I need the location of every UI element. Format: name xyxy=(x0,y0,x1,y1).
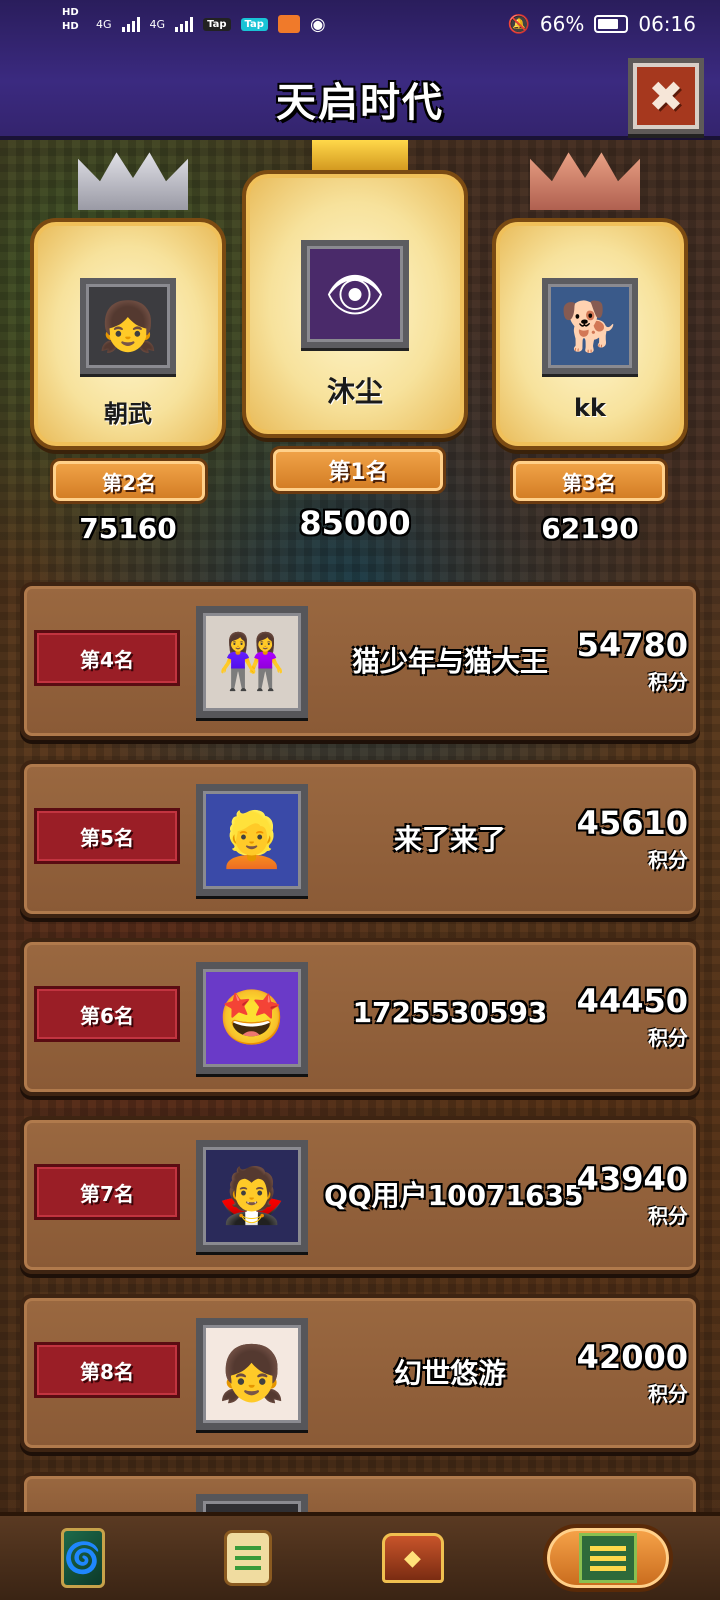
rank-tag: 第5名 xyxy=(34,808,180,864)
ranking-row[interactable]: 第7名 🧛 QQ用户10071635 43940 积分 xyxy=(20,1116,700,1274)
player-score: 85000 xyxy=(299,504,411,542)
notification-app-icon xyxy=(277,15,300,33)
leaderboard-icon xyxy=(578,1533,637,1583)
ranking-row[interactable]: 第5名 👱 来了来了 45610 积分 xyxy=(20,760,700,918)
bottom-nav: 🌀 ◆ xyxy=(0,1512,720,1600)
clock: 06:16 xyxy=(638,12,696,36)
hd-indicator: HD HD xyxy=(62,7,79,32)
battery-icon xyxy=(594,15,629,33)
ranking-row[interactable]: 第6名 🤩 1725530593 44450 积分 xyxy=(20,938,700,1096)
player-score: 75160 xyxy=(79,512,177,545)
tap-app-icon: Tap xyxy=(203,17,231,31)
rank-badge: 第2名 xyxy=(50,458,208,504)
player-score: 54780 xyxy=(576,626,688,664)
podium-card-third[interactable]: 🐕 kk xyxy=(492,218,688,450)
player-score: 44450 xyxy=(576,982,688,1020)
wechat-icon: ◉ xyxy=(309,13,326,35)
player-name: 1725530593 xyxy=(352,996,548,1029)
nav-card-deck[interactable]: 🌀 xyxy=(48,1523,118,1593)
shiba-dog-avatar-icon: 🐕 xyxy=(560,298,620,355)
status-bar: HD HD 4G 4G Tap Tap ◉ 🔕 66% 06:16 xyxy=(0,0,720,48)
rank-tag: 第4名 xyxy=(34,630,180,686)
avatar: 👧 xyxy=(196,1318,308,1430)
rank-tag: 第6名 xyxy=(34,986,180,1042)
page-title: 天启时代 xyxy=(276,80,444,126)
score-unit: 积分 xyxy=(648,848,688,872)
treasure-chest-icon: ◆ xyxy=(381,1533,444,1583)
quest-scroll-icon xyxy=(223,1530,272,1586)
podium-card-first[interactable]: 👁 沐尘 xyxy=(242,170,468,438)
podium-card-second[interactable]: 👧 朝武 xyxy=(30,218,226,450)
rank-badge: 第3名 xyxy=(510,458,668,504)
status-right: 🔕 66% 06:16 xyxy=(507,12,696,36)
avatar: 👱 xyxy=(196,784,308,896)
player-name: 朝武 xyxy=(104,400,152,428)
avatar: 🧛 xyxy=(196,1140,308,1252)
network-indicators: 4G 4G Tap Tap ◉ xyxy=(96,14,326,35)
player-score: 43940 xyxy=(576,1160,688,1198)
player-name: 猫少年与猫大王 xyxy=(351,645,548,678)
top-three-podium: 👧 朝武 👁 沐尘 🐕 kk 第2名 第1名 第3名 75160 85000 6… xyxy=(0,140,720,560)
nav-leaderboard[interactable] xyxy=(542,1524,673,1592)
top-bar: HD HD 4G 4G Tap Tap ◉ 🔕 66% 06:16 天启时代 ✖ xyxy=(0,0,720,140)
signal-icon xyxy=(121,16,140,32)
avatar: 👁 xyxy=(301,240,409,348)
network-type-1: 4G xyxy=(96,17,112,31)
player-name: 幻世悠游 xyxy=(393,1357,506,1390)
score-unit: 积分 xyxy=(648,1382,688,1406)
card-deck-icon: 🌀 xyxy=(60,1528,105,1588)
anime-girl-avatar-icon: 👧 xyxy=(98,298,158,355)
player-name: QQ用户10071635 xyxy=(324,1179,584,1212)
player-score: 62190 xyxy=(541,512,639,545)
blonde-cartoon-avatar-icon: 👱 xyxy=(218,808,286,871)
avatar: 🤩 xyxy=(196,962,308,1074)
close-icon: ✖ xyxy=(648,71,684,121)
rank-tag: 第7名 xyxy=(34,1164,180,1220)
avatar: 👧 xyxy=(80,278,176,374)
avatar: 🐕 xyxy=(542,278,638,374)
score-unit: 积分 xyxy=(648,670,688,694)
signal-icon xyxy=(175,16,194,32)
player-name: kk xyxy=(574,394,606,422)
battery-percent: 66% xyxy=(539,12,585,36)
player-name: 沐尘 xyxy=(326,375,383,408)
player-score: 45610 xyxy=(576,804,688,842)
nav-treasure[interactable]: ◆ xyxy=(378,1523,448,1593)
score-unit: 积分 xyxy=(648,1204,688,1228)
nav-quests[interactable] xyxy=(213,1523,283,1593)
silver-crown-icon xyxy=(78,152,188,210)
purple-eye-avatar-icon: 👁 xyxy=(324,266,386,323)
bronze-crown-icon xyxy=(530,152,640,210)
tap-app-icon: Tap xyxy=(240,17,268,31)
player-score: 42000 xyxy=(576,1338,688,1376)
photo-avatar-icon: 👭 xyxy=(218,630,286,693)
anime-girl-avatar-icon: 👧 xyxy=(218,1342,286,1405)
rank-tag: 第8名 xyxy=(34,1342,180,1398)
ranking-list[interactable]: 第4名 👭 猫少年与猫大王 54780 积分 第5名 👱 来了来了 45610 … xyxy=(20,582,700,1554)
anime-dark-hair-avatar-icon: 🧛 xyxy=(218,1164,286,1227)
mute-bell-icon: 🔕 xyxy=(507,13,530,35)
network-type-2: 4G xyxy=(149,17,166,31)
player-name: 来了来了 xyxy=(393,823,506,856)
star-eyes-cartoon-avatar-icon: 🤩 xyxy=(218,986,286,1049)
score-unit: 积分 xyxy=(648,1026,688,1050)
close-button[interactable]: ✖ xyxy=(628,58,704,134)
avatar: 👭 xyxy=(196,606,308,718)
ranking-row[interactable]: 第4名 👭 猫少年与猫大王 54780 积分 xyxy=(20,582,700,740)
ranking-row[interactable]: 第8名 👧 幻世悠游 42000 积分 xyxy=(20,1294,700,1452)
rank-badge: 第1名 xyxy=(270,446,446,494)
